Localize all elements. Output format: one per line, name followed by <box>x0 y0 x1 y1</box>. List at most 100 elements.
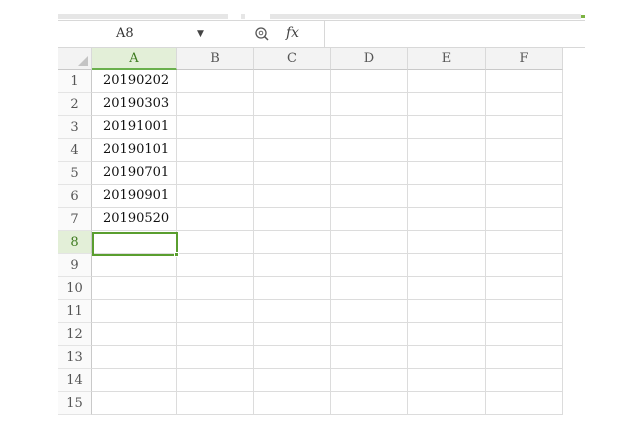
column-header-e[interactable]: E <box>408 48 486 70</box>
cell-c1[interactable] <box>254 70 331 93</box>
cell-a2[interactable]: 20190303 <box>92 93 177 116</box>
row-header-15[interactable]: 15 <box>58 392 92 415</box>
cell-b14[interactable] <box>177 369 254 392</box>
cell-d3[interactable] <box>331 116 408 139</box>
cell-e15[interactable] <box>408 392 486 415</box>
cell-a11[interactable] <box>92 300 177 323</box>
cell-d9[interactable] <box>331 254 408 277</box>
cell-e13[interactable] <box>408 346 486 369</box>
row-header-2[interactable]: 2 <box>58 93 92 116</box>
cell-a5[interactable]: 20190701 <box>92 162 177 185</box>
cell-f8[interactable] <box>486 231 563 254</box>
cell-a15[interactable] <box>92 392 177 415</box>
row-header-11[interactable]: 11 <box>58 300 92 323</box>
cell-a14[interactable] <box>92 369 177 392</box>
select-all-corner[interactable] <box>58 48 92 70</box>
cell-b3[interactable] <box>177 116 254 139</box>
cell-c10[interactable] <box>254 277 331 300</box>
cell-e8[interactable] <box>408 231 486 254</box>
row-header-1[interactable]: 1 <box>58 70 92 93</box>
cell-f7[interactable] <box>486 208 563 231</box>
fx-icon[interactable]: fx <box>286 21 299 45</box>
cell-c9[interactable] <box>254 254 331 277</box>
formula-input[interactable] <box>324 21 586 47</box>
cell-e10[interactable] <box>408 277 486 300</box>
cell-e6[interactable] <box>408 185 486 208</box>
cell-c7[interactable] <box>254 208 331 231</box>
column-header-c[interactable]: C <box>254 48 331 70</box>
cell-e5[interactable] <box>408 162 486 185</box>
cell-a10[interactable] <box>92 277 177 300</box>
column-header-d[interactable]: D <box>331 48 408 70</box>
cell-e11[interactable] <box>408 300 486 323</box>
cell-e14[interactable] <box>408 369 486 392</box>
column-header-a[interactable]: A <box>92 48 177 70</box>
row-header-6[interactable]: 6 <box>58 185 92 208</box>
column-header-b[interactable]: B <box>177 48 254 70</box>
row-header-13[interactable]: 13 <box>58 346 92 369</box>
cell-f2[interactable] <box>486 93 563 116</box>
cell-c14[interactable] <box>254 369 331 392</box>
cell-d13[interactable] <box>331 346 408 369</box>
cell-d6[interactable] <box>331 185 408 208</box>
cell-d4[interactable] <box>331 139 408 162</box>
cell-e7[interactable] <box>408 208 486 231</box>
cell-b8[interactable] <box>177 231 254 254</box>
row-header-8[interactable]: 8 <box>58 231 92 254</box>
cell-a6[interactable]: 20190901 <box>92 185 177 208</box>
cell-b5[interactable] <box>177 162 254 185</box>
name-box-value[interactable]: A8 <box>116 21 134 47</box>
cell-b12[interactable] <box>177 323 254 346</box>
cell-d8[interactable] <box>331 231 408 254</box>
chevron-down-icon[interactable]: ▼ <box>197 21 204 47</box>
cell-d14[interactable] <box>331 369 408 392</box>
cell-f13[interactable] <box>486 346 563 369</box>
cell-e3[interactable] <box>408 116 486 139</box>
row-header-5[interactable]: 5 <box>58 162 92 185</box>
cell-b6[interactable] <box>177 185 254 208</box>
cell-b11[interactable] <box>177 300 254 323</box>
cell-c11[interactable] <box>254 300 331 323</box>
cell-f11[interactable] <box>486 300 563 323</box>
cell-a13[interactable] <box>92 346 177 369</box>
cell-f9[interactable] <box>486 254 563 277</box>
cell-f5[interactable] <box>486 162 563 185</box>
cell-b9[interactable] <box>177 254 254 277</box>
row-header-12[interactable]: 12 <box>58 323 92 346</box>
cell-a1[interactable]: 20190202 <box>92 70 177 93</box>
cell-c4[interactable] <box>254 139 331 162</box>
cell-f4[interactable] <box>486 139 563 162</box>
cell-b10[interactable] <box>177 277 254 300</box>
cell-f1[interactable] <box>486 70 563 93</box>
cell-f12[interactable] <box>486 323 563 346</box>
cell-d15[interactable] <box>331 392 408 415</box>
cell-a3[interactable]: 20191001 <box>92 116 177 139</box>
cell-d12[interactable] <box>331 323 408 346</box>
cell-b2[interactable] <box>177 93 254 116</box>
cell-e12[interactable] <box>408 323 486 346</box>
cell-a7[interactable]: 20190520 <box>92 208 177 231</box>
cell-c15[interactable] <box>254 392 331 415</box>
cell-e4[interactable] <box>408 139 486 162</box>
cell-f15[interactable] <box>486 392 563 415</box>
cell-b7[interactable] <box>177 208 254 231</box>
row-header-7[interactable]: 7 <box>58 208 92 231</box>
cell-a8[interactable] <box>92 231 177 254</box>
cell-f6[interactable] <box>486 185 563 208</box>
row-header-3[interactable]: 3 <box>58 116 92 139</box>
cell-c12[interactable] <box>254 323 331 346</box>
cell-c5[interactable] <box>254 162 331 185</box>
cell-d10[interactable] <box>331 277 408 300</box>
row-header-9[interactable]: 9 <box>58 254 92 277</box>
cell-c6[interactable] <box>254 185 331 208</box>
cell-d7[interactable] <box>331 208 408 231</box>
cell-a9[interactable] <box>92 254 177 277</box>
row-header-10[interactable]: 10 <box>58 277 92 300</box>
cell-f10[interactable] <box>486 277 563 300</box>
cell-f14[interactable] <box>486 369 563 392</box>
cell-e1[interactable] <box>408 70 486 93</box>
cell-d11[interactable] <box>331 300 408 323</box>
cell-e2[interactable] <box>408 93 486 116</box>
cell-c8[interactable] <box>254 231 331 254</box>
cell-b1[interactable] <box>177 70 254 93</box>
